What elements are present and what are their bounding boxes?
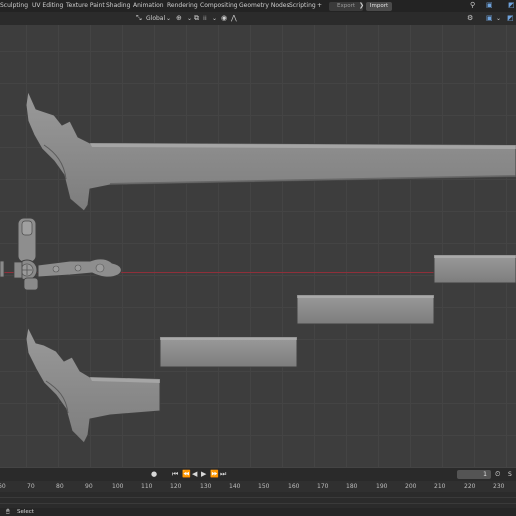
overlays-icon[interactable]: ◩ xyxy=(507,14,514,23)
ruler-tick: 150 xyxy=(258,483,270,490)
jump-keyframe-forward-icon[interactable]: ⏩ xyxy=(210,470,219,479)
record-icon[interactable]: ● xyxy=(151,470,157,479)
falloff-icon[interactable]: ⋀ xyxy=(231,14,237,23)
tab-texture-paint[interactable]: Texture Paint xyxy=(66,0,105,12)
tab-uv-editing[interactable]: UV Editing xyxy=(32,0,63,12)
ruler-tick: 90 xyxy=(85,483,93,490)
orientation-dropdown[interactable]: Global xyxy=(146,14,165,23)
blade-segment-2[interactable] xyxy=(159,336,298,368)
pivot-point-icon[interactable]: ⊕ xyxy=(176,14,182,23)
current-frame-field[interactable]: 1 xyxy=(457,470,491,479)
ruler-tick: 220 xyxy=(464,483,476,490)
3d-viewport[interactable] xyxy=(0,25,516,468)
collections-icon[interactable]: ❯ xyxy=(359,1,364,10)
render-icon[interactable]: ◩ xyxy=(508,1,515,10)
viewport-header: ⤡ Global ⌄ ⊕ ⌄ ⧉ ⁞⁞ ⌄ ◉ ⋀ ⚙ ▣ ⌄ ◩ xyxy=(0,12,516,25)
tab-compositing[interactable]: Compositing xyxy=(200,0,238,12)
ruler-tick: 170 xyxy=(317,483,329,490)
jump-start-icon[interactable]: ⏮ xyxy=(172,470,178,479)
jump-end-icon[interactable]: ⏭ xyxy=(220,470,226,479)
chevron-down-icon[interactable]: ⌄ xyxy=(496,14,501,23)
frame-ruler[interactable]: 60 70 80 90 100 110 120 130 140 150 160 … xyxy=(0,481,516,492)
import-button[interactable]: Import xyxy=(366,2,392,11)
ruler-tick: 200 xyxy=(405,483,417,490)
add-workspace-button[interactable]: + xyxy=(317,0,322,12)
track-divider xyxy=(0,497,516,498)
scene-icon[interactable]: ⚲ xyxy=(470,1,475,10)
chevron-down-icon[interactable]: ⌄ xyxy=(166,14,171,23)
workspace-tabs-bar: Sculpting UV Editing Texture Paint Shadi… xyxy=(0,0,516,12)
gizmo-icon[interactable]: ▣ xyxy=(486,14,493,23)
lower-blade-mesh[interactable] xyxy=(25,325,161,444)
ruler-tick: 230 xyxy=(493,483,505,490)
visibility-icon[interactable]: ⚙ xyxy=(467,14,473,23)
playback-controls: ● ⏮ ⏪ ◀ ▶ ⏩ ⏭ 1 ⏲ S xyxy=(0,468,516,481)
tab-sculpting[interactable]: Sculpting xyxy=(0,0,28,12)
ruler-tick: 100 xyxy=(112,483,124,490)
ruler-tick: 160 xyxy=(288,483,300,490)
mouse-icon: 🖱 xyxy=(6,508,10,515)
play-reverse-icon[interactable]: ◀ xyxy=(192,470,197,479)
snap-icon[interactable]: ⧉ xyxy=(194,14,199,23)
chevron-down-icon[interactable]: ⌄ xyxy=(187,14,192,23)
tab-scripting[interactable]: Scripting xyxy=(289,0,316,12)
snap-target-icon[interactable]: ⁞⁞ xyxy=(203,14,207,23)
proportional-edit-icon[interactable]: ◉ xyxy=(221,14,227,23)
ruler-tick: 80 xyxy=(56,483,64,490)
ruler-tick: 70 xyxy=(27,483,35,490)
upper-blade-mesh[interactable] xyxy=(25,89,516,212)
tab-geometry-nodes[interactable]: Geometry Nodes xyxy=(239,0,290,12)
blade-segment-3[interactable] xyxy=(296,294,435,325)
ruler-tick: 180 xyxy=(346,483,358,490)
tab-shading[interactable]: Shading xyxy=(106,0,130,12)
ruler-tick: 130 xyxy=(200,483,212,490)
tab-rendering[interactable]: Rendering xyxy=(167,0,198,12)
scene-mesh[interactable] xyxy=(0,25,516,468)
ruler-tick: 190 xyxy=(376,483,388,490)
jump-keyframe-back-icon[interactable]: ⏪ xyxy=(182,470,191,479)
ruler-tick: 210 xyxy=(434,483,446,490)
status-select-label: Select xyxy=(17,509,34,515)
hilt-mesh[interactable] xyxy=(0,217,122,291)
view-layer-icon[interactable]: ▣ xyxy=(486,1,493,10)
timeline-track-area[interactable] xyxy=(0,492,516,508)
clock-icon[interactable]: ⏲ xyxy=(495,470,500,479)
play-icon[interactable]: ▶ xyxy=(201,470,206,479)
ruler-tick: 120 xyxy=(170,483,182,490)
ruler-tick: 110 xyxy=(141,483,153,490)
transform-orientation-icon[interactable]: ⤡ xyxy=(136,14,142,23)
export-button[interactable]: Export xyxy=(329,2,363,11)
tab-animation[interactable]: Animation xyxy=(133,0,164,12)
ruler-tick: 140 xyxy=(229,483,241,490)
blade-segment-4[interactable] xyxy=(433,254,516,284)
track-divider xyxy=(0,503,516,504)
status-bar: 🖱 Select xyxy=(0,508,516,516)
chevron-down-icon[interactable]: ⌄ xyxy=(212,14,217,23)
ruler-tick: 60 xyxy=(0,483,6,490)
start-frame-field[interactable]: S xyxy=(508,470,512,479)
timeline-editor: ● ⏮ ⏪ ◀ ▶ ⏩ ⏭ 1 ⏲ S 60 70 80 90 100 110 … xyxy=(0,468,516,516)
